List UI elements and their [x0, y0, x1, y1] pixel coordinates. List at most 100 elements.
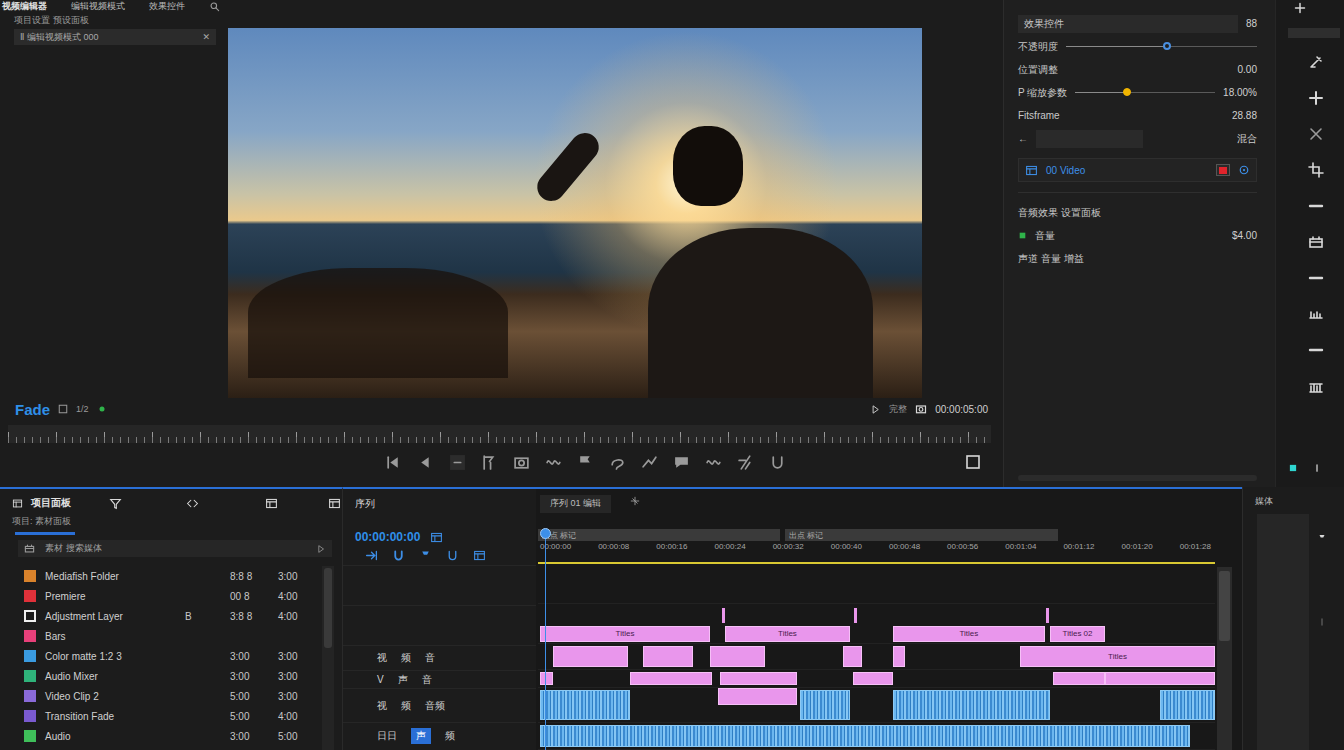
param-value[interactable]: 0.00: [1238, 64, 1257, 75]
audio-clip[interactable]: [540, 725, 1190, 747]
slider-handle[interactable]: [1163, 42, 1171, 50]
scroll-thumb[interactable]: [1219, 571, 1230, 641]
marker[interactable]: [854, 608, 857, 623]
param-value[interactable]: 混合: [1237, 132, 1257, 146]
menu-item[interactable]: 编辑视频模式: [71, 0, 125, 13]
video-clip[interactable]: [718, 688, 797, 705]
record-button[interactable]: [1216, 164, 1230, 176]
video-clip[interactable]: [853, 672, 893, 686]
settings-icon[interactable]: [430, 531, 443, 544]
pin-icon[interactable]: [1317, 532, 1327, 544]
audio-clip[interactable]: [540, 690, 630, 719]
track-header-label[interactable]: 频: [401, 699, 411, 713]
expand-icon[interactable]: [316, 544, 326, 554]
marker[interactable]: [1046, 608, 1049, 623]
video-clip[interactable]: Titles: [893, 626, 1045, 642]
scroll-thumb[interactable]: [324, 568, 332, 648]
link-icon[interactable]: [769, 454, 786, 471]
slider-handle[interactable]: [1123, 88, 1131, 96]
add-icon[interactable]: [1294, 2, 1306, 14]
filter-icon[interactable]: [109, 497, 122, 510]
comment-icon[interactable]: [673, 454, 690, 471]
crop-icon[interactable]: [1307, 162, 1325, 178]
track-header-label[interactable]: 声: [398, 673, 408, 687]
video-clip[interactable]: Titles: [725, 626, 850, 642]
viewer-ruler[interactable]: [8, 425, 991, 443]
video-clip[interactable]: [630, 672, 712, 686]
track-header-label[interactable]: 声: [411, 728, 431, 744]
item-name[interactable]: Bars: [45, 631, 185, 642]
scroll-track[interactable]: [1217, 567, 1232, 750]
minus-icon[interactable]: [1307, 270, 1325, 286]
ruler-icon[interactable]: [1307, 306, 1325, 322]
minus-icon[interactable]: [1307, 198, 1325, 214]
item-name[interactable]: Mediafish Folder: [45, 571, 185, 582]
param-value[interactable]: 28.88: [1232, 110, 1257, 121]
list-view-icon[interactable]: [265, 497, 278, 510]
video-clip[interactable]: Titles: [1020, 646, 1215, 667]
back-icon[interactable]: [417, 454, 434, 471]
menu-item[interactable]: 效果控件: [149, 0, 185, 13]
track-header-label[interactable]: 音频: [425, 699, 445, 713]
video-clip[interactable]: [710, 646, 765, 667]
search-icon[interactable]: [209, 1, 220, 12]
audio-value[interactable]: $4.00: [1232, 230, 1257, 241]
bars-icon[interactable]: [1307, 378, 1325, 394]
track-header-label[interactable]: V: [377, 674, 384, 685]
film-icon[interactable]: [1307, 234, 1325, 250]
panel-icon[interactable]: [473, 549, 486, 562]
item-name[interactable]: Video Clip 2: [45, 691, 185, 702]
razor-icon[interactable]: [737, 454, 754, 471]
audio-clip[interactable]: [800, 690, 850, 719]
video-clip[interactable]: [843, 646, 862, 667]
item-name[interactable]: Premiere: [45, 591, 185, 602]
preset-value[interactable]: Ⅱ 编辑视频模式 000: [20, 31, 98, 44]
video-clip[interactable]: [1053, 672, 1105, 686]
frame-icon[interactable]: [449, 454, 466, 471]
more-icon[interactable]: [1312, 463, 1322, 473]
track-header-label[interactable]: 频: [401, 651, 411, 665]
item-name[interactable]: Audio Mixer: [45, 671, 185, 682]
project-item[interactable]: Mediafish Folder8:8 83:00: [0, 566, 322, 586]
close-icon[interactable]: [1307, 126, 1325, 142]
video-clip[interactable]: [643, 646, 693, 667]
wave-icon[interactable]: [545, 454, 562, 471]
playhead-knob[interactable]: [540, 528, 551, 539]
settings-icon[interactable]: [58, 404, 68, 414]
fullscreen-icon[interactable]: [965, 454, 981, 470]
video-clip[interactable]: [893, 646, 905, 667]
item-name[interactable]: Transition Fade: [45, 711, 185, 722]
horizontal-scrollbar[interactable]: [1018, 475, 1257, 481]
project-scrollbar[interactable]: [322, 566, 334, 750]
pen-icon[interactable]: [1307, 54, 1325, 70]
project-search[interactable]: 素材 搜索媒体: [18, 540, 332, 557]
marker[interactable]: [722, 608, 725, 623]
item-name[interactable]: Audio: [45, 731, 185, 742]
video-clip[interactable]: Titles: [540, 626, 710, 642]
range-bar[interactable]: 出点 标记: [785, 529, 1058, 541]
video-clip[interactable]: [720, 672, 797, 686]
camera-icon[interactable]: [513, 454, 530, 471]
view-mode[interactable]: 完整: [889, 403, 907, 416]
project-item[interactable]: Video Clip 25:003:00: [0, 686, 322, 706]
tools-field[interactable]: [1288, 28, 1340, 38]
project-item[interactable]: Audio Mixer3:003:00: [0, 666, 322, 686]
play-mode-icon[interactable]: [870, 404, 881, 415]
scroll-icon[interactable]: [1318, 614, 1326, 630]
pin-icon[interactable]: [577, 454, 594, 471]
item-name[interactable]: Color matte 1:2 3: [45, 651, 185, 662]
audio-clip[interactable]: [1160, 690, 1215, 719]
track-header-label[interactable]: 频: [445, 729, 455, 743]
sequence-tab[interactable]: 序列 01 编辑: [540, 495, 611, 513]
lasso-icon[interactable]: [609, 454, 626, 471]
project-item[interactable]: Adjustment LayerB3:8 84:00: [0, 606, 322, 626]
track-header-label[interactable]: 视: [377, 651, 387, 665]
camera-icon[interactable]: [915, 403, 927, 415]
video-clip[interactable]: [540, 672, 553, 686]
param-slider[interactable]: [1066, 46, 1257, 47]
range-bar[interactable]: 入点 标记: [538, 529, 780, 541]
audio-clip[interactable]: [893, 690, 1050, 719]
playhead[interactable]: [545, 534, 546, 750]
track-header-label[interactable]: 日日: [377, 729, 397, 743]
minus-icon[interactable]: [1307, 342, 1325, 358]
